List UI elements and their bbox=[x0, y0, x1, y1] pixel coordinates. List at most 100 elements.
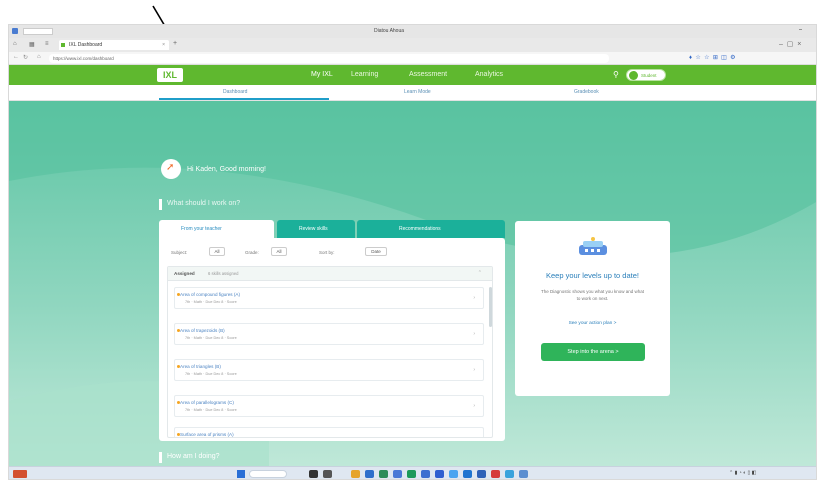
tab-review-skills[interactable]: Review skills bbox=[277, 220, 355, 238]
taskbar-search[interactable] bbox=[249, 470, 287, 478]
app-icon[interactable] bbox=[379, 470, 388, 478]
action-plan-link[interactable]: See your action plan > bbox=[515, 321, 670, 326]
os-taskbar: ⌃ ▮ ◔ ◐ ▯ ◧ bbox=[9, 466, 816, 479]
user-label: Student bbox=[641, 73, 657, 78]
avatar bbox=[629, 71, 638, 80]
subnav-gradebook[interactable]: Gradebook bbox=[574, 89, 599, 95]
app-icon[interactable] bbox=[449, 470, 458, 478]
tab-recommendations[interactable]: Recommendations bbox=[357, 220, 505, 238]
nav-my-ixl[interactable]: My IXL bbox=[311, 71, 333, 78]
list-scrollbar[interactable] bbox=[489, 287, 492, 327]
nav-assessment[interactable]: Assessment bbox=[409, 71, 447, 78]
window-controls[interactable]: – ▢ × bbox=[779, 40, 801, 48]
address-bar-row: ← ↻ ⌂ https://www.ixl.com/dashboard ♦ ☆ … bbox=[9, 52, 816, 65]
minimize-icon[interactable]: ⎯ bbox=[799, 27, 802, 34]
extensions-icon[interactable]: ♦ ☆ ☆ ⊞ ◫ ⚙ bbox=[689, 54, 736, 61]
tab-list-icon[interactable]: ≡ bbox=[45, 41, 49, 47]
list-item[interactable]: Surface area of prisms (A) bbox=[174, 427, 484, 437]
app-icon[interactable] bbox=[463, 470, 472, 478]
step-into-arena-button[interactable]: Step into the arena > bbox=[541, 343, 645, 361]
tab-close-icon[interactable]: × bbox=[162, 40, 165, 50]
url-field[interactable]: https://www.ixl.com/dashboard bbox=[49, 54, 609, 63]
ixl-sub-nav: Dashboard Learn Mode Gradebook bbox=[9, 85, 816, 101]
dashboard-content: ➚ Hi Kaden, Good morning! What should I … bbox=[9, 101, 816, 466]
subnav-learn-mode[interactable]: Learn Mode bbox=[404, 89, 431, 95]
weather-icon[interactable] bbox=[13, 470, 27, 478]
assigned-header-label: Assigned bbox=[174, 271, 195, 276]
start-icon[interactable] bbox=[237, 470, 245, 478]
refresh-icon[interactable]: ↻ bbox=[23, 54, 28, 61]
assigned-header[interactable]: Assigned 6 skills assigned ⌃ bbox=[168, 267, 492, 281]
app-icon[interactable] bbox=[519, 470, 528, 478]
section-title-work: What should I work on? bbox=[167, 200, 241, 207]
browser-tab-bar: ⌂ ▦ ≡ IXL Dashboard × + – ▢ × bbox=[9, 38, 816, 52]
item-title: Area of triangles (B) bbox=[180, 364, 221, 369]
search-box[interactable] bbox=[23, 28, 53, 35]
list-item[interactable]: Area of compound figures (A) 7th · Math … bbox=[174, 287, 484, 309]
subnav-dashboard-label: Dashboard bbox=[223, 89, 248, 95]
section-marker bbox=[159, 199, 162, 210]
filter-sort-select[interactable]: Date bbox=[365, 247, 387, 256]
list-item[interactable]: Area of trapezoids (B) 7th · Math · Due … bbox=[174, 323, 484, 345]
app-icon[interactable] bbox=[477, 470, 486, 478]
browser-icon[interactable] bbox=[421, 470, 430, 478]
system-tray[interactable]: ⌃ ▮ ◔ ◐ ▯ ◧ bbox=[729, 470, 756, 476]
diagnostic-card-title: Keep your levels up to date! bbox=[546, 271, 639, 280]
window-title-bar: Diatou Ahoua ⎯ bbox=[9, 25, 816, 38]
folder-icon[interactable] bbox=[351, 470, 360, 478]
diagnostic-card: Keep your levels up to date! The Diagnos… bbox=[515, 221, 670, 396]
app-icon[interactable] bbox=[309, 470, 318, 478]
list-item[interactable]: Area of parallelograms (C) 7th · Math · … bbox=[174, 395, 484, 417]
assigned-header-note: 6 skills assigned bbox=[208, 271, 239, 276]
greeting-avatar: ➚ bbox=[161, 159, 181, 179]
app-icon[interactable] bbox=[435, 470, 444, 478]
collapse-icon[interactable]: ⌃ bbox=[478, 270, 482, 276]
assigned-list: Assigned 6 skills assigned ⌃ Area of com… bbox=[167, 266, 493, 438]
item-title: Area of compound figures (A) bbox=[180, 292, 241, 297]
user-menu[interactable]: Student bbox=[626, 69, 666, 81]
app-icon[interactable] bbox=[393, 470, 402, 478]
ixl-top-nav: IXL My IXL Learning Assessment Analytics… bbox=[9, 65, 816, 85]
filter-subject-select[interactable]: All bbox=[209, 247, 225, 256]
nav-analytics[interactable]: Analytics bbox=[475, 71, 503, 78]
app-icon[interactable] bbox=[407, 470, 416, 478]
list-item[interactable]: Area of triangles (B) 7th · Math · Due D… bbox=[174, 359, 484, 381]
subnav-dashboard[interactable]: Dashboard bbox=[159, 85, 329, 100]
tab-review-skills-label: Review skills bbox=[299, 226, 328, 232]
app-icon[interactable] bbox=[505, 470, 514, 478]
app-icon[interactable] bbox=[491, 470, 500, 478]
app-icon[interactable] bbox=[365, 470, 374, 478]
work-card: Subject: All Grade: All Sort by: Date As… bbox=[159, 238, 505, 441]
new-tab-icon[interactable]: + bbox=[173, 40, 177, 47]
chevron-right-icon[interactable]: › bbox=[473, 367, 475, 373]
back-icon[interactable]: ← bbox=[13, 54, 19, 60]
tab-from-teacher[interactable]: From your teacher bbox=[159, 220, 274, 238]
url-text: https://www.ixl.com/dashboard bbox=[53, 56, 114, 61]
screenshot-frame: Diatou Ahoua ⎯ ⌂ ▦ ≡ IXL Dashboard × + –… bbox=[8, 24, 817, 480]
browser-tab-active[interactable]: IXL Dashboard × bbox=[59, 40, 169, 50]
item-meta: 7th · Math · Due Dec 8 · Score bbox=[185, 336, 237, 340]
tab-recommendations-label: Recommendations bbox=[399, 226, 441, 232]
ixl-logo[interactable]: IXL bbox=[157, 68, 183, 82]
search-icon[interactable]: ⚲ bbox=[613, 70, 619, 79]
back-history-icon[interactable]: ⌂ bbox=[13, 41, 17, 47]
diagnostic-card-body: The Diagnostic shows you what you know a… bbox=[540, 289, 645, 301]
nav-learning[interactable]: Learning bbox=[351, 71, 378, 78]
item-title: Surface area of prisms (A) bbox=[180, 432, 234, 437]
home-icon[interactable]: ⌂ bbox=[37, 54, 41, 60]
section-marker-2 bbox=[159, 452, 162, 463]
filter-grade-select[interactable]: All bbox=[271, 247, 287, 256]
tab-from-teacher-label: From your teacher bbox=[181, 226, 222, 232]
taskbar-apps bbox=[309, 470, 609, 479]
app-icon bbox=[12, 28, 18, 34]
section-title-progress: How am I doing? bbox=[167, 453, 220, 460]
app-icon[interactable] bbox=[323, 470, 332, 478]
chevron-right-icon[interactable]: › bbox=[473, 295, 475, 301]
item-meta: 7th · Math · Due Dec 8 · Score bbox=[185, 372, 237, 376]
greeting-text: Hi Kaden, Good morning! bbox=[187, 166, 266, 173]
chevron-right-icon[interactable]: › bbox=[473, 403, 475, 409]
tab-label: IXL Dashboard bbox=[69, 42, 103, 48]
tab-grid-icon[interactable]: ▦ bbox=[29, 41, 35, 48]
tab-favicon bbox=[61, 43, 65, 47]
chevron-right-icon[interactable]: › bbox=[473, 331, 475, 337]
